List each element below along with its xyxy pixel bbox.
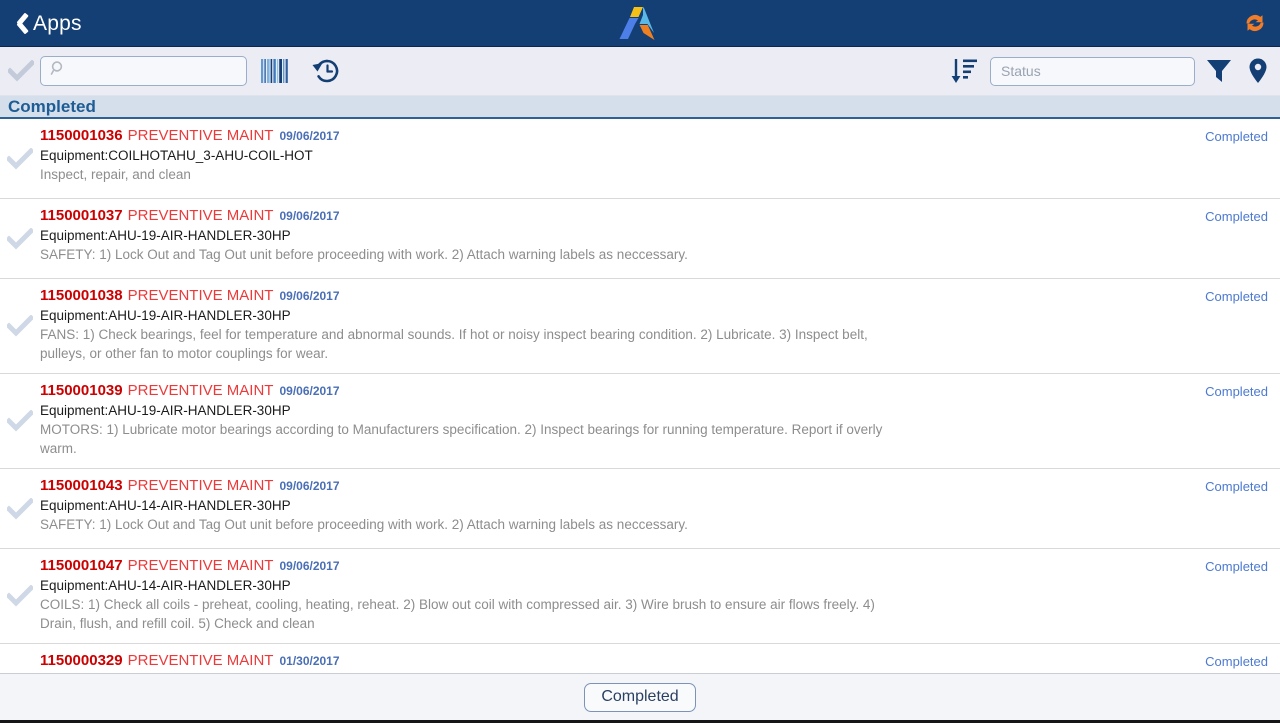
row-title-line: 1150001037 PREVENTIVE MAINT 09/06/2017 — [40, 207, 1160, 225]
group-header-label: Completed — [8, 97, 96, 116]
row-body: 1150001039 PREVENTIVE MAINT 09/06/2017 Equi… — [40, 374, 1280, 468]
map-pin-icon[interactable] — [1244, 57, 1272, 85]
work-order-id: 1150001038 — [40, 287, 123, 304]
work-order-type: PREVENTIVE MAINT — [127, 652, 274, 669]
row-status-badge: Completed — [1205, 479, 1268, 494]
work-order-row[interactable]: 1150001038 PREVENTIVE MAINT 09/06/2017 Equi… — [0, 279, 1280, 374]
status-filter-input[interactable] — [990, 56, 1195, 86]
row-title-line: 1150001038 PREVENTIVE MAINT 09/06/2017 — [40, 287, 1160, 305]
row-title-line: 1150001043 PREVENTIVE MAINT 09/06/2017 — [40, 477, 1160, 495]
row-description: MOTORS: 1) Lubricate motor bearings acco… — [40, 422, 883, 456]
work-order-id: 1150000329 — [40, 652, 123, 669]
work-order-type: PREVENTIVE MAINT — [127, 207, 274, 224]
row-description: COILS: 1) Check all coils - preheat, coo… — [40, 597, 875, 631]
row-title-line: 1150000329 PREVENTIVE MAINT 01/30/2017 — [40, 652, 1160, 670]
row-description: Inspect, repair, and clean — [40, 167, 191, 182]
work-order-date: 09/06/2017 — [279, 479, 340, 493]
work-order-type: PREVENTIVE MAINT — [127, 382, 274, 399]
row-equipment: Equipment:AHU-19-AIR-HANDLER-30HP — [40, 403, 291, 418]
row-checkmark-icon[interactable] — [0, 119, 40, 198]
work-order-date: 09/06/2017 — [279, 209, 340, 223]
barcode-scan-icon[interactable] — [259, 56, 293, 86]
row-description: SAFETY: 1) Lock Out and Tag Out unit bef… — [40, 247, 688, 262]
app-root: Apps Status Completed 1150001036 PREVENT… — [0, 0, 1280, 723]
work-order-row[interactable]: 1150001043 PREVENTIVE MAINT 09/06/2017 Equi… — [0, 469, 1280, 549]
work-order-id: 1150001039 — [40, 382, 123, 399]
top-navigation-bar: Apps — [0, 0, 1280, 47]
row-title-line: 1150001047 PREVENTIVE MAINT 09/06/2017 — [40, 557, 1160, 575]
row-description: FANS: 1) Check bearings, feel for temper… — [40, 327, 868, 361]
toolbar-right-group — [949, 47, 1272, 95]
work-order-id: 1150001043 — [40, 477, 123, 494]
work-order-date: 09/06/2017 — [279, 384, 340, 398]
row-body: 1150000329PREVENTIVE MAINT 01/30/2017 Equi… — [40, 644, 1280, 673]
app-logo-a-icon — [617, 3, 663, 43]
work-order-date: 01/30/2017 — [279, 654, 340, 668]
row-equipment: Equipment:AHU-19-AIR-HANDLER-30HP — [40, 308, 291, 323]
row-equipment: Equipment:AHU-14-AIR-HANDLER-30HP — [40, 672, 1160, 673]
work-order-date: 09/06/2017 — [279, 559, 340, 573]
row-title-line: 1150001039 PREVENTIVE MAINT 09/06/2017 — [40, 382, 1160, 400]
row-body: 1150001037 PREVENTIVE MAINT 09/06/2017 Equi… — [40, 199, 1280, 278]
row-equipment: Equipment:COILHOTAHU_3-AHU-COIL-HOT — [40, 148, 313, 163]
row-equipment: Equipment:AHU-19-AIR-HANDLER-30HP — [40, 228, 291, 243]
search-filter-toolbar — [0, 47, 1280, 96]
work-order-type: PREVENTIVE MAINT — [127, 287, 274, 304]
row-title-line: 1150001036 PREVENTIVE MAINT 09/06/2017 — [40, 127, 1160, 145]
row-status-badge: Completed — [1205, 559, 1268, 574]
back-button-label: Apps — [33, 11, 82, 35]
history-clock-icon[interactable] — [310, 55, 344, 87]
work-order-id: 1150001037 — [40, 207, 123, 224]
work-order-type: PREVENTIVE MAINT — [127, 127, 274, 144]
row-equipment: Equipment:AHU-14-AIR-HANDLER-30HP — [40, 498, 291, 513]
sort-descending-icon[interactable] — [949, 56, 981, 86]
work-order-date: 09/06/2017 — [279, 129, 340, 143]
chevron-left-icon — [10, 11, 26, 35]
row-status-badge: Completed — [1205, 129, 1268, 144]
row-body: 1150001038 PREVENTIVE MAINT 09/06/2017 Equi… — [40, 279, 1280, 373]
row-status-badge: Completed — [1205, 209, 1268, 224]
refresh-sync-icon[interactable] — [1240, 8, 1270, 38]
work-order-type: PREVENTIVE MAINT — [127, 557, 274, 574]
group-header-completed[interactable]: Completed — [0, 96, 1280, 119]
work-order-row[interactable]: 1150000329PREVENTIVE MAINT 01/30/2017 Equi… — [0, 644, 1280, 673]
work-order-date: 09/06/2017 — [279, 289, 340, 303]
bottom-filter-chip-completed[interactable]: Completed — [584, 682, 696, 712]
filter-funnel-icon[interactable] — [1203, 57, 1234, 85]
row-status-badge: Completed — [1205, 384, 1268, 399]
row-checkmark-icon[interactable] — [0, 644, 40, 673]
row-checkmark-icon[interactable] — [0, 374, 40, 468]
search-field-wrapper — [40, 56, 247, 86]
back-to-apps-button[interactable]: Apps — [0, 0, 92, 46]
work-order-row[interactable]: 1150001039 PREVENTIVE MAINT 09/06/2017 Equi… — [0, 374, 1280, 469]
bottom-bar: Completed — [0, 673, 1280, 720]
row-checkmark-icon[interactable] — [0, 279, 40, 373]
row-checkmark-icon[interactable] — [0, 199, 40, 278]
row-equipment: Equipment:AHU-14-AIR-HANDLER-30HP — [40, 578, 291, 593]
search-input[interactable] — [40, 56, 247, 86]
row-body: 1150001036 PREVENTIVE MAINT 09/06/2017 Equi… — [40, 119, 1280, 198]
work-order-id: 1150001047 — [40, 557, 123, 574]
row-checkmark-icon[interactable] — [0, 549, 40, 643]
select-all-checkmark-icon[interactable] — [2, 60, 40, 82]
row-description: SAFETY: 1) Lock Out and Tag Out unit bef… — [40, 517, 688, 532]
work-order-row[interactable]: 1150001037 PREVENTIVE MAINT 09/06/2017 Equi… — [0, 199, 1280, 279]
row-status-badge: Completed — [1205, 289, 1268, 304]
row-status-badge: Completed — [1205, 654, 1268, 669]
work-order-id: 1150001036 — [40, 127, 123, 144]
row-checkmark-icon[interactable] — [0, 469, 40, 548]
work-order-row[interactable]: 1150001047 PREVENTIVE MAINT 09/06/2017 Equi… — [0, 549, 1280, 644]
work-order-row[interactable]: 1150001036 PREVENTIVE MAINT 09/06/2017 Equi… — [0, 119, 1280, 199]
work-order-type: PREVENTIVE MAINT — [127, 477, 274, 494]
work-order-list[interactable]: 1150001036 PREVENTIVE MAINT 09/06/2017 Equi… — [0, 119, 1280, 673]
row-body: 1150001047 PREVENTIVE MAINT 09/06/2017 Equi… — [40, 549, 1280, 643]
row-body: 1150001043 PREVENTIVE MAINT 09/06/2017 Equi… — [40, 469, 1280, 548]
